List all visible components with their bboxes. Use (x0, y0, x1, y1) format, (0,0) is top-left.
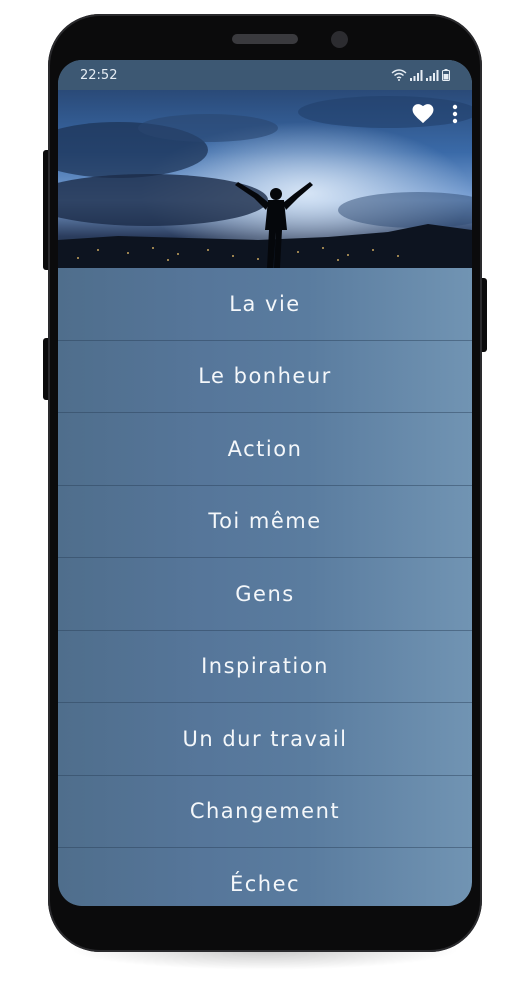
list-item-label: Un dur travail (182, 726, 348, 751)
more-vertical-icon[interactable] (452, 104, 458, 124)
list-item-label: Toi même (208, 509, 322, 534)
list-item[interactable]: La vie (58, 268, 472, 341)
silhouette-landscape-image (58, 90, 472, 268)
list-item-label: Inspiration (201, 654, 329, 679)
phone-speaker (232, 34, 298, 44)
signal-icon (410, 69, 423, 81)
category-list: La vie Le bonheur Action Toi même Gens I… (58, 268, 472, 906)
list-item[interactable]: Toi même (58, 486, 472, 558)
list-item-label: La vie (229, 291, 301, 316)
header-actions (412, 104, 458, 124)
list-item[interactable]: Le bonheur (58, 341, 472, 413)
battery-icon (442, 69, 450, 81)
status-bar: 22:52 (58, 60, 472, 90)
signal-icon (426, 69, 439, 81)
app-screen: 22:52 La vie Le bonheur Action Toi même … (58, 60, 472, 906)
list-item[interactable]: Gens (58, 558, 472, 631)
list-item-label: Échec (229, 871, 301, 896)
front-camera (331, 31, 348, 48)
list-item[interactable]: Changement (58, 776, 472, 848)
phone-bottom-bezel (58, 906, 472, 936)
list-item-label: Gens (235, 581, 295, 606)
list-item[interactable]: Action (58, 413, 472, 486)
list-item[interactable]: Inspiration (58, 631, 472, 703)
status-icons (391, 69, 450, 81)
header-image (58, 90, 472, 268)
status-time: 22:52 (80, 67, 118, 83)
heart-icon[interactable] (412, 104, 434, 124)
list-item-label: Changement (189, 799, 341, 824)
list-item[interactable]: Échec (58, 848, 472, 906)
list-item[interactable]: Un dur travail (58, 703, 472, 776)
wifi-icon (391, 69, 407, 81)
list-item-label: Action (227, 436, 303, 461)
list-item-label: Le bonheur (198, 364, 332, 389)
